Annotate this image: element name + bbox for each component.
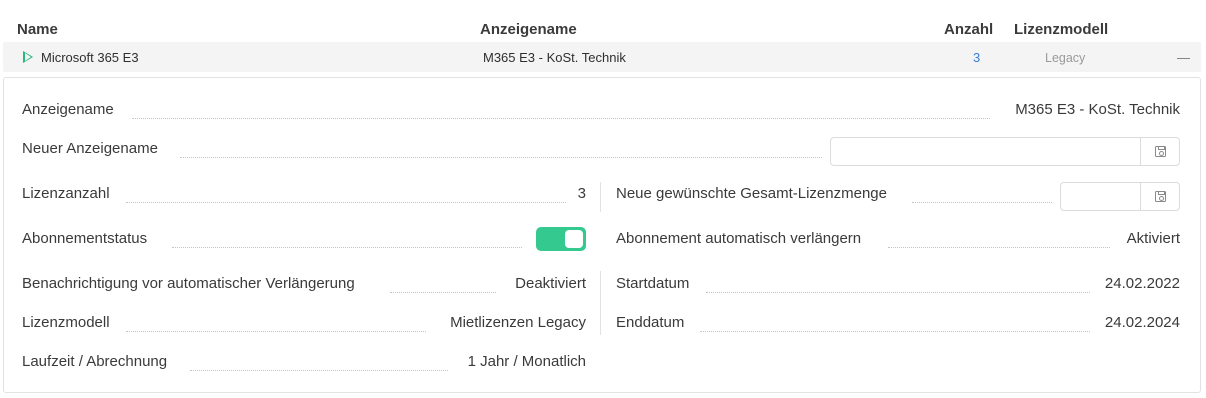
detail-value: Deaktiviert [509,275,586,292]
row-display-name: M365 E3 - KoSt. Technik [483,50,626,65]
toggle-knob [565,230,583,248]
detail-label: Benachrichtigung vor automatischer Verlä… [22,275,361,292]
desired-total-input[interactable] [1061,183,1141,210]
new-display-name-field [830,137,1180,166]
detail-label: Startdatum [616,275,696,292]
save-display-name-button[interactable] [1140,138,1179,165]
detail-label: Abonnement automatisch verlängern [616,230,868,247]
detail-value: 3 [571,185,586,202]
detail-subscription-status: Abonnementstatus [22,230,522,252]
column-header-count[interactable]: Anzahl [944,21,993,38]
column-header-name[interactable]: Name [17,21,58,38]
table-row[interactable]: Microsoft 365 E3 M365 E3 - KoSt. Technik… [3,42,1201,72]
play-triangle-icon[interactable] [23,51,33,63]
detail-term-billing: Laufzeit / Abrechnung 1 Jahr / Monatlich [22,353,586,375]
detail-end-date: Enddatum 24.02.2024 [616,314,1180,336]
detail-value: 1 Jahr / Monatlich [461,353,586,370]
column-divider [600,182,601,212]
detail-display-name: Anzeigename M365 E3 - KoSt. Technik [22,101,1180,123]
detail-value: Mietlizenzen Legacy [444,314,586,331]
detail-license-model: Lizenzmodell Mietlizenzen Legacy [22,314,586,336]
detail-license-count: Lizenzanzahl 3 [22,185,586,207]
detail-label: Lizenzmodell [22,314,116,331]
detail-label: Enddatum [616,314,691,331]
detail-value: 24.02.2022 [1098,275,1180,292]
save-desired-total-button[interactable] [1140,183,1179,210]
detail-renewal-notice: Benachrichtigung vor automatischer Verlä… [22,275,586,297]
detail-auto-renew: Abonnement automatisch verlängern Aktivi… [616,230,1180,252]
detail-label: Abonnementstatus [22,230,154,247]
column-header-license-model[interactable]: Lizenzmodell [1014,21,1108,38]
detail-label: Laufzeit / Abrechnung [22,353,174,370]
detail-start-date: Startdatum 24.02.2022 [616,275,1180,297]
save-icon [1155,146,1166,157]
column-header-display-name[interactable]: Anzeigename [480,21,577,38]
collapse-row-button[interactable]: — [1177,50,1190,65]
detail-label: Anzeigename [22,101,120,118]
subscription-status-toggle[interactable] [536,227,586,251]
column-divider [600,271,601,335]
detail-label: Neue gewünschte Gesamt-Lizenzmenge [616,185,893,202]
row-count-link[interactable]: 3 [973,50,980,65]
detail-new-display-name: Neuer Anzeigename [22,140,822,162]
detail-value: 24.02.2024 [1098,314,1180,331]
row-license-model: Legacy [1045,51,1086,65]
table-header: Name Anzeigename Anzahl Lizenzmodell [0,0,1206,42]
row-name: Microsoft 365 E3 [41,50,139,65]
detail-value: M365 E3 - KoSt. Technik [1009,101,1180,118]
detail-value: Aktiviert [1120,230,1180,247]
new-display-name-input[interactable] [831,138,1141,165]
detail-label: Neuer Anzeigename [22,140,164,157]
desired-total-field [1060,182,1180,211]
save-icon [1155,191,1166,202]
detail-label: Lizenzanzahl [22,185,116,202]
detail-desired-total: Neue gewünschte Gesamt-Lizenzmenge [616,185,1052,207]
